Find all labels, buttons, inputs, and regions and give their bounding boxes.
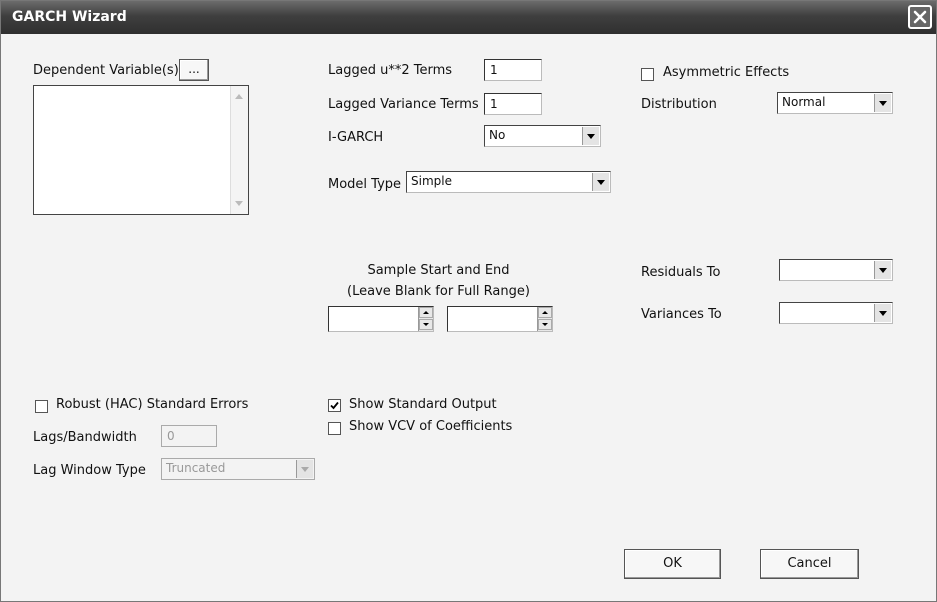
chevron-down-icon[interactable] [874, 304, 891, 322]
list-scrollbar[interactable] [230, 86, 248, 214]
lag-window-type-label: Lag Window Type [33, 463, 146, 478]
lagged-variance-input[interactable]: 1 [484, 93, 542, 115]
garch-wizard-dialog: GARCH Wizard Dependent Variable(s) ... L… [0, 0, 937, 602]
sample-start-input[interactable] [328, 306, 434, 332]
lag-window-type-value: Truncated [166, 461, 226, 475]
lag-window-type-select[interactable]: Truncated [161, 458, 315, 480]
chevron-down-icon[interactable] [582, 127, 599, 145]
lagged-u2-input[interactable]: 1 [484, 59, 542, 81]
window-title: GARCH Wizard [12, 9, 127, 25]
close-button[interactable] [908, 5, 932, 29]
lagged-u2-label: Lagged u**2 Terms [328, 63, 453, 78]
dependent-variables-list[interactable] [33, 85, 249, 215]
igarch-select[interactable]: No [484, 125, 601, 147]
robust-errors-checkbox[interactable] [35, 400, 48, 413]
distribution-select[interactable]: Normal [777, 92, 893, 114]
distribution-label: Distribution [641, 97, 717, 112]
show-vcv-label: Show VCV of Coefficients [349, 419, 513, 434]
model-type-label: Model Type [328, 177, 402, 192]
asymmetric-effects-label: Asymmetric Effects [663, 65, 790, 80]
variances-to-label: Variances To [641, 307, 722, 322]
asymmetric-effects-checkbox[interactable] [641, 68, 654, 81]
igarch-label: I-GARCH [328, 130, 384, 145]
igarch-value: No [489, 128, 506, 142]
sample-range-label: Sample Start and End [367, 263, 510, 278]
lags-bandwidth-label: Lags/Bandwidth [33, 430, 137, 445]
show-standard-output-label: Show Standard Output [349, 397, 497, 412]
scroll-up-icon[interactable] [235, 94, 243, 99]
dependent-variables-label: Dependent Variable(s) [33, 63, 179, 78]
chevron-down-icon[interactable] [592, 173, 609, 191]
residuals-to-label: Residuals To [641, 265, 721, 280]
residuals-to-select[interactable] [779, 259, 893, 281]
sample-end-spinner[interactable] [537, 307, 552, 331]
close-icon [913, 10, 927, 24]
dependent-variables-browse-button[interactable]: ... [179, 59, 209, 81]
chevron-down-icon[interactable] [874, 94, 891, 112]
spin-down-icon[interactable] [538, 319, 552, 330]
distribution-value: Normal [782, 95, 826, 109]
spin-up-icon[interactable] [538, 307, 552, 318]
spin-down-icon[interactable] [419, 319, 433, 330]
scroll-down-icon[interactable] [235, 201, 243, 206]
sample-start-spinner[interactable] [418, 307, 433, 331]
variances-to-select[interactable] [779, 302, 893, 324]
cancel-button[interactable]: Cancel [760, 549, 859, 579]
spin-up-icon[interactable] [419, 307, 433, 318]
sample-range-hint: (Leave Blank for Full Range) [347, 284, 530, 299]
checkmark-icon [330, 401, 339, 410]
model-type-value: Simple [411, 174, 452, 188]
sample-end-input[interactable] [447, 306, 553, 332]
show-vcv-checkbox[interactable] [328, 422, 341, 435]
lagged-variance-label: Lagged Variance Terms [328, 97, 479, 112]
chevron-down-icon[interactable] [296, 460, 313, 478]
robust-errors-label: Robust (HAC) Standard Errors [56, 397, 249, 412]
lags-bandwidth-input[interactable]: 0 [161, 425, 217, 447]
model-type-select[interactable]: Simple [406, 171, 611, 193]
chevron-down-icon[interactable] [874, 261, 891, 279]
show-standard-output-checkbox[interactable] [328, 399, 341, 412]
title-bar[interactable]: GARCH Wizard [1, 1, 936, 34]
ok-button[interactable]: OK [624, 549, 721, 579]
